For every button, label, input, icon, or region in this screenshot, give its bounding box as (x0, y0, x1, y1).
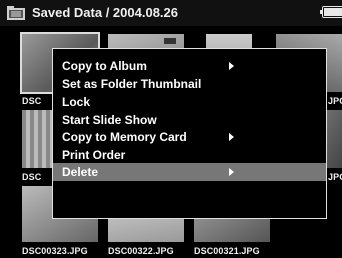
menu-item-label: Print Order (62, 148, 126, 162)
title-bar: Saved Data / 2004.08.26 (0, 0, 342, 26)
menu-item-start-slide-show[interactable]: Start Slide Show (53, 111, 326, 129)
thumbnail-label: JPG (328, 172, 342, 182)
page-title: Saved Data / 2004.08.26 (32, 5, 178, 20)
menu-item-label: Start Slide Show (62, 113, 157, 127)
folder-icon (7, 6, 25, 20)
menu-item-copy-to-album[interactable]: Copy to Album (53, 57, 326, 75)
thumbnail-label: DSC00323.JPG (22, 246, 88, 256)
thumbnail-label: DSC00321.JPG (194, 246, 260, 256)
thumbnail-label: JPG (328, 96, 342, 106)
menu-item-copy-to-memory-card[interactable]: Copy to Memory Card (53, 128, 326, 146)
menu-item-set-folder-thumbnail[interactable]: Set as Folder Thumbnail (53, 75, 326, 93)
thumbnail-label: DSC00322.JPG (108, 246, 174, 256)
thumbnail-label: DSC (22, 96, 42, 106)
menu-item-delete[interactable]: Delete (53, 163, 326, 181)
battery-icon (320, 6, 342, 18)
menu-item-label: Set as Folder Thumbnail (62, 77, 202, 91)
context-menu: Copy to Album Set as Folder Thumbnail Lo… (52, 48, 327, 219)
chevron-right-icon (229, 133, 234, 141)
menu-item-lock[interactable]: Lock (53, 93, 326, 111)
menu-item-print-order[interactable]: Print Order (53, 146, 326, 164)
photo-viewer-screen: Saved Data / 2004.08.26 DSC JPG DSC JPG … (0, 0, 342, 258)
menu-item-label: Lock (62, 95, 91, 109)
menu-item-label: Copy to Memory Card (62, 130, 187, 144)
menu-item-label: Delete (62, 165, 99, 179)
chevron-right-icon (229, 168, 234, 176)
thumbnail-label: DSC (22, 172, 42, 182)
menu-item-label: Copy to Album (62, 59, 147, 73)
chevron-right-icon (229, 62, 234, 70)
